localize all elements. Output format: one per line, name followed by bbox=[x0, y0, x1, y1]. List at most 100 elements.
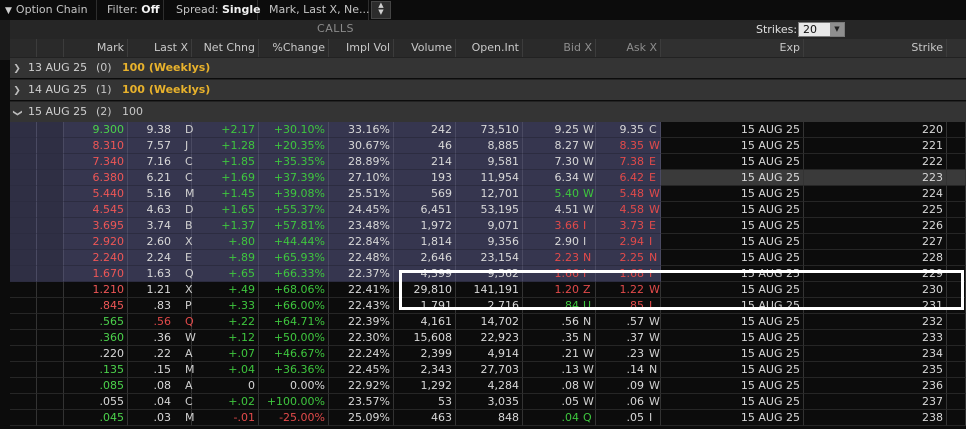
mark-cell[interactable]: 1.210 bbox=[64, 282, 128, 298]
strike-cell[interactable]: 227 bbox=[804, 234, 947, 250]
open-interest-cell[interactable]: 53,195 bbox=[456, 202, 523, 218]
mark-cell[interactable]: .055 bbox=[64, 394, 128, 410]
column-header-exp[interactable]: Exp bbox=[661, 39, 804, 57]
open-interest-cell[interactable]: 27,703 bbox=[456, 362, 523, 378]
mark-cell[interactable]: .565 bbox=[64, 314, 128, 330]
exp-cell[interactable]: 15 AUG 25 bbox=[661, 234, 804, 250]
strike-cell[interactable]: 226 bbox=[804, 218, 947, 234]
last-cell[interactable]: .83 bbox=[128, 298, 192, 314]
pct-change-cell[interactable]: -25.00% bbox=[259, 410, 329, 426]
exp-cell[interactable]: 15 AUG 25 bbox=[661, 154, 804, 170]
strike-cell[interactable]: 228 bbox=[804, 250, 947, 266]
pct-change-cell[interactable]: +66.00% bbox=[259, 298, 329, 314]
volume-cell[interactable]: 193 bbox=[394, 170, 456, 186]
mark-cell[interactable]: 4.545 bbox=[64, 202, 128, 218]
impl-vol-cell[interactable]: 23.57% bbox=[329, 394, 394, 410]
last-cell[interactable]: .08 bbox=[128, 378, 192, 394]
strike-cell[interactable]: 220 bbox=[804, 122, 947, 138]
option-chain-title-toggle[interactable]: ▼ Option Chain bbox=[0, 0, 97, 20]
net-change-cell[interactable]: +.65 bbox=[192, 266, 259, 282]
column-header-impl-vol[interactable]: Impl Vol bbox=[329, 39, 394, 57]
option-row[interactable]: 3.695 3.74 +1.37 +57.81% 23.48% 1,972 9,071 3.6… bbox=[0, 218, 966, 234]
open-interest-cell[interactable]: 9,581 bbox=[456, 154, 523, 170]
volume-cell[interactable]: 46 bbox=[394, 138, 456, 154]
strike-cell[interactable]: 233 bbox=[804, 330, 947, 346]
pct-change-cell[interactable]: 0.00% bbox=[259, 378, 329, 394]
option-row[interactable]: 5.440 5.16 +1.45 +39.08% 25.51% 569 12,701 5.40… bbox=[0, 186, 966, 202]
mark-cell[interactable]: .360 bbox=[64, 330, 128, 346]
volume-cell[interactable]: 15,608 bbox=[394, 330, 456, 346]
exp-cell[interactable]: 15 AUG 25 bbox=[661, 330, 804, 346]
last-cell[interactable]: 2.24 bbox=[128, 250, 192, 266]
net-change-cell[interactable]: +.22 bbox=[192, 314, 259, 330]
impl-vol-cell[interactable]: 33.16% bbox=[329, 122, 394, 138]
impl-vol-cell[interactable]: 25.51% bbox=[329, 186, 394, 202]
exp-cell[interactable]: 15 AUG 25 bbox=[661, 138, 804, 154]
last-cell[interactable]: 4.63 bbox=[128, 202, 192, 218]
net-change-cell[interactable]: +2.17 bbox=[192, 122, 259, 138]
exp-cell[interactable]: 15 AUG 25 bbox=[661, 170, 804, 186]
net-change-cell[interactable]: +.07 bbox=[192, 346, 259, 362]
net-change-cell[interactable]: +.02 bbox=[192, 394, 259, 410]
column-header-net-change[interactable]: Net Chng bbox=[192, 39, 259, 57]
net-change-cell[interactable]: -.01 bbox=[192, 410, 259, 426]
net-change-cell[interactable]: +1.85 bbox=[192, 154, 259, 170]
pct-change-cell[interactable]: +39.08% bbox=[259, 186, 329, 202]
option-row[interactable]: 2.920 2.60 +.80 +44.44% 22.84% 1,814 9,356 2.90… bbox=[0, 234, 966, 250]
stepper-down-icon[interactable]: ▼ bbox=[372, 9, 390, 16]
volume-cell[interactable]: 1,814 bbox=[394, 234, 456, 250]
open-interest-cell[interactable]: 23,154 bbox=[456, 250, 523, 266]
mark-cell[interactable]: 2.920 bbox=[64, 234, 128, 250]
strike-cell[interactable]: 224 bbox=[804, 186, 947, 202]
pct-change-cell[interactable]: +65.93% bbox=[259, 250, 329, 266]
mark-cell[interactable]: 3.695 bbox=[64, 218, 128, 234]
volume-cell[interactable]: 4,161 bbox=[394, 314, 456, 330]
volume-cell[interactable]: 242 bbox=[394, 122, 456, 138]
open-interest-cell[interactable]: 73,510 bbox=[456, 122, 523, 138]
mark-cell[interactable]: 1.670 bbox=[64, 266, 128, 282]
column-header-strike[interactable]: Strike bbox=[804, 39, 947, 57]
mark-cell[interactable]: 6.380 bbox=[64, 170, 128, 186]
mark-cell[interactable]: 9.300 bbox=[64, 122, 128, 138]
exp-cell[interactable]: 15 AUG 25 bbox=[661, 186, 804, 202]
volume-cell[interactable]: 569 bbox=[394, 186, 456, 202]
pct-change-cell[interactable]: +36.36% bbox=[259, 362, 329, 378]
strike-cell[interactable]: 238 bbox=[804, 410, 947, 426]
option-row[interactable]: .045.03 -.01 -25.00% 25.09% 463 848.04.05 15 A… bbox=[0, 410, 966, 426]
pct-change-cell[interactable]: +50.00% bbox=[259, 330, 329, 346]
impl-vol-cell[interactable]: 22.84% bbox=[329, 234, 394, 250]
impl-vol-cell[interactable]: 22.37% bbox=[329, 266, 394, 282]
exp-cell[interactable]: 15 AUG 25 bbox=[661, 122, 804, 138]
impl-vol-cell[interactable]: 22.24% bbox=[329, 346, 394, 362]
filter-selector[interactable]: Filter: Off bbox=[97, 0, 164, 20]
pct-change-cell[interactable]: +35.35% bbox=[259, 154, 329, 170]
last-cell[interactable]: .15 bbox=[128, 362, 192, 378]
net-change-cell[interactable]: +1.28 bbox=[192, 138, 259, 154]
open-interest-cell[interactable]: 4,284 bbox=[456, 378, 523, 394]
mark-cell[interactable]: 5.440 bbox=[64, 186, 128, 202]
net-change-cell[interactable]: 0 bbox=[192, 378, 259, 394]
column-header-bid[interactable]: Bid X bbox=[523, 39, 596, 57]
pct-change-cell[interactable]: +44.44% bbox=[259, 234, 329, 250]
option-row[interactable]: .565.56 +.22 +64.71% 22.39% 4,161 14,702.56.5… bbox=[0, 314, 966, 330]
volume-cell[interactable]: 6,451 bbox=[394, 202, 456, 218]
mark-cell[interactable]: .045 bbox=[64, 410, 128, 426]
impl-vol-cell[interactable]: 22.92% bbox=[329, 378, 394, 394]
last-cell[interactable]: .04 bbox=[128, 394, 192, 410]
volume-cell[interactable]: 1,292 bbox=[394, 378, 456, 394]
volume-cell[interactable]: 214 bbox=[394, 154, 456, 170]
volume-cell[interactable]: 53 bbox=[394, 394, 456, 410]
impl-vol-cell[interactable]: 24.45% bbox=[329, 202, 394, 218]
open-interest-cell[interactable]: 9,071 bbox=[456, 218, 523, 234]
last-cell[interactable]: .03 bbox=[128, 410, 192, 426]
column-header-last[interactable]: Last X bbox=[128, 39, 192, 57]
pct-change-cell[interactable]: +55.37% bbox=[259, 202, 329, 218]
strike-cell[interactable]: 225 bbox=[804, 202, 947, 218]
net-change-cell[interactable]: +.33 bbox=[192, 298, 259, 314]
open-interest-cell[interactable]: 8,885 bbox=[456, 138, 523, 154]
net-change-cell[interactable]: +.12 bbox=[192, 330, 259, 346]
exp-cell[interactable]: 15 AUG 25 bbox=[661, 250, 804, 266]
last-cell[interactable]: 2.60 bbox=[128, 234, 192, 250]
open-interest-cell[interactable]: 14,702 bbox=[456, 314, 523, 330]
chevron-down-icon[interactable]: ❯ bbox=[7, 106, 27, 120]
